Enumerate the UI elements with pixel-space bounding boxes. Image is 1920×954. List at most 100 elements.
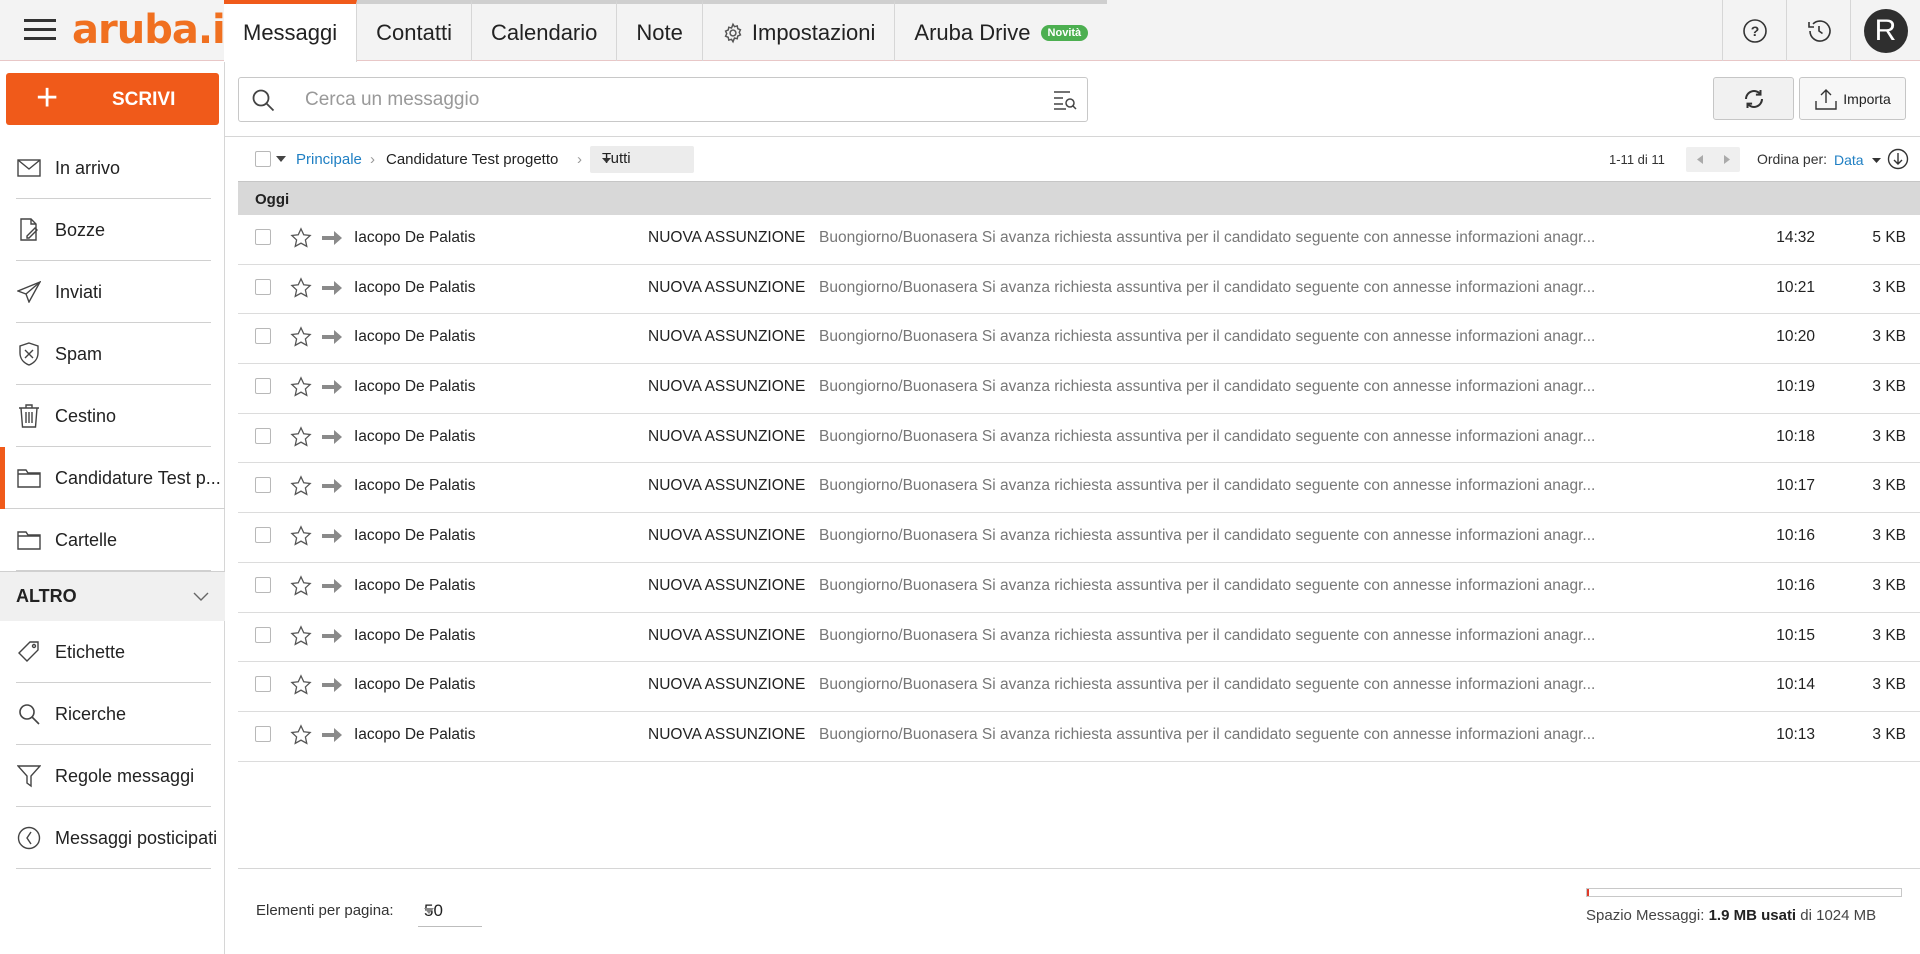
row-checkbox[interactable] (255, 427, 271, 444)
upload-icon (1814, 88, 1843, 110)
prev-page-button[interactable] (1686, 147, 1713, 172)
inbox-icon (16, 159, 42, 177)
message-preview: Buongiorno/Buonasera Si avanza richiesta… (819, 229, 1596, 246)
storage-quota-text: Spazio Messaggi: 1.9 MB usati di 1024 MB (1586, 907, 1876, 924)
star-icon[interactable] (290, 426, 312, 448)
message-row[interactable]: Iacopo De Palatis NUOVA ASSUNZIONE Buongio… (238, 463, 1920, 514)
message-sender: Iacopo De Palatis (354, 725, 476, 743)
sidebar-item-label: Cartelle (55, 529, 118, 550)
search-input[interactable] (305, 86, 1005, 114)
message-preview: Buongiorno/Buonasera Si avanza richiesta… (819, 477, 1596, 495)
message-size: 3 KB (1872, 626, 1906, 644)
message-row[interactable]: Iacopo De Palatis NUOVA ASSUNZIONE Buongio… (238, 662, 1920, 712)
star-icon[interactable] (290, 624, 312, 647)
star-icon[interactable] (290, 326, 312, 348)
history-button[interactable] (1786, 0, 1850, 61)
tab-label: Impostazioni (751, 19, 876, 45)
sidebar-item-spam[interactable]: Spam (0, 323, 225, 385)
import-button[interactable]: Importa (1799, 77, 1906, 120)
aruba-logo[interactable]: aruba.it (72, 10, 244, 50)
row-checkbox[interactable] (255, 229, 271, 245)
breadcrumb-home[interactable]: Principale (296, 151, 362, 168)
tab-contatti[interactable]: Contatti (357, 0, 472, 61)
compose-button[interactable]: + SCRIVI (6, 73, 219, 125)
advanced-search-icon[interactable] (1053, 89, 1077, 111)
sort-direction-icon[interactable] (1887, 148, 1909, 170)
sort-label: Ordina per: (1757, 151, 1828, 167)
message-row[interactable]: Iacopo De Palatis NUOVA ASSUNZIONE Buongio… (238, 215, 1920, 265)
star-icon[interactable] (290, 575, 312, 597)
row-checkbox[interactable] (255, 527, 271, 544)
refresh-icon (1742, 87, 1766, 111)
row-checkbox[interactable] (255, 477, 271, 494)
sort-field-dropdown[interactable]: Data (1834, 152, 1864, 168)
row-checkbox[interactable] (255, 676, 271, 693)
sidebar-item-inviati[interactable]: Inviati (0, 261, 225, 323)
row-checkbox[interactable] (255, 725, 271, 742)
tab-impostazioni[interactable]: Impostazioni (702, 0, 896, 61)
sidebar-item-messaggi-posticipati[interactable]: Messaggi posticipati (0, 807, 225, 869)
row-checkbox[interactable] (255, 626, 271, 643)
sidebar-item-regole-messaggi[interactable]: Regole messaggi (0, 745, 225, 807)
message-row[interactable]: Iacopo De Palatis NUOVA ASSUNZIONE Buongio… (238, 562, 1920, 613)
star-icon[interactable] (290, 724, 312, 746)
help-button[interactable]: ? (1722, 0, 1786, 61)
star-icon[interactable] (290, 376, 312, 398)
row-checkbox[interactable] (255, 278, 271, 295)
message-preview: Buongiorno/Buonasera Si avanza richiesta… (819, 576, 1596, 594)
next-page-button[interactable] (1713, 147, 1740, 172)
tag-icon (16, 640, 42, 664)
tab-messaggi[interactable]: Messaggi (224, 0, 358, 62)
sidebar-item-cestino[interactable]: Cestino (0, 385, 225, 447)
message-row[interactable]: Iacopo De Palatis NUOVA ASSUNZIONE Buongio… (238, 314, 1920, 365)
chevron-down-icon[interactable] (1872, 158, 1881, 163)
message-row[interactable]: Iacopo De Palatis NUOVA ASSUNZIONE Buongio… (238, 364, 1920, 414)
sidebar-item-cartelle[interactable]: Cartelle (0, 509, 225, 571)
pagination-range: 1-11 di 11 (1609, 152, 1665, 167)
star-icon[interactable] (290, 276, 312, 299)
row-checkbox[interactable] (255, 576, 271, 593)
message-row[interactable]: Iacopo De Palatis NUOVA ASSUNZIONE Buongio… (238, 264, 1920, 315)
refresh-button[interactable] (1713, 77, 1794, 120)
sidebar-item-etichette[interactable]: Etichette (0, 621, 225, 683)
message-subject: NUOVA ASSUNZIONE (648, 427, 806, 445)
tab-calendario[interactable]: Calendario (471, 0, 618, 61)
quota-prefix: Spazio Messaggi: (1586, 907, 1705, 924)
star-icon[interactable] (290, 475, 312, 497)
filter-dropdown[interactable]: Tutti (590, 146, 694, 173)
row-checkbox[interactable] (255, 328, 271, 345)
folder-icon (16, 530, 42, 550)
altro-section-toggle[interactable]: ALTRO (0, 571, 225, 621)
chevron-down-icon (424, 908, 474, 914)
sidebar-item-bozze[interactable]: Bozze (0, 199, 225, 261)
tab-note[interactable]: Note (617, 0, 703, 61)
message-row[interactable]: Iacopo De Palatis NUOVA ASSUNZIONE Buongio… (238, 513, 1920, 563)
search-icon (251, 88, 275, 112)
message-size: 3 KB (1872, 725, 1906, 743)
per-page-select[interactable]: 50 (418, 893, 482, 927)
message-sender: Iacopo De Palatis (354, 527, 476, 545)
message-time: 10:18 (1776, 427, 1815, 445)
sidebar-item-ricerche[interactable]: Ricerche (0, 683, 225, 745)
message-preview: Buongiorno/Buonasera Si avanza richiesta… (819, 328, 1596, 346)
account-button[interactable]: R (1850, 0, 1920, 61)
top-bar: aruba.it Messaggi Contatti Calendario No… (0, 0, 1920, 62)
tab-label: Messaggi (243, 20, 338, 45)
star-icon[interactable] (290, 525, 312, 547)
message-row[interactable]: Iacopo De Palatis NUOVA ASSUNZIONE Buongio… (238, 711, 1920, 762)
message-row[interactable]: Iacopo De Palatis NUOVA ASSUNZIONE Buongio… (238, 413, 1920, 464)
hamburger-menu-icon[interactable] (24, 16, 56, 44)
sidebar-item-in-arrivo[interactable]: In arrivo (0, 137, 225, 199)
message-row[interactable]: Iacopo De Palatis NUOVA ASSUNZIONE Buongio… (238, 612, 1920, 663)
star-icon[interactable] (290, 674, 312, 696)
breadcrumb-folder[interactable]: Candidature Test progetto (386, 151, 558, 168)
tab-aruba-drive[interactable]: Aruba Drive Novità (895, 0, 1108, 61)
sidebar-item-candidature[interactable]: Candidature Test p... (0, 447, 225, 509)
message-sender: Iacopo De Palatis (354, 328, 476, 346)
folder-nav: In arrivo Bozze Inviati Spam Cestino Can… (0, 137, 225, 869)
row-checkbox[interactable] (255, 378, 271, 395)
select-options-caret-icon[interactable] (276, 156, 286, 162)
star-icon[interactable] (290, 227, 312, 249)
select-all-checkbox[interactable] (255, 151, 271, 167)
message-time: 10:17 (1776, 477, 1815, 495)
